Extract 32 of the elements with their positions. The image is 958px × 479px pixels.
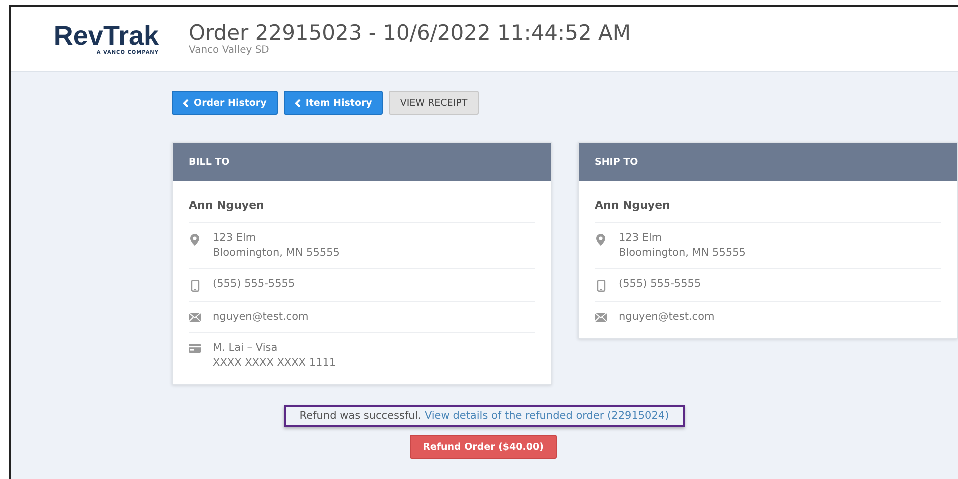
chevron-left-icon (183, 98, 189, 108)
logo-wordmark: RevTrak (54, 22, 159, 50)
back-button[interactable]: Order History (172, 91, 278, 115)
contact-name: Ann Nguyen (595, 189, 941, 223)
credit-card-icon (189, 344, 201, 353)
card-header: SHIP TO (579, 143, 957, 181)
order-title: Order 22915023 - 10/6/2022 11:44:52 AM (189, 22, 631, 45)
back-button[interactable]: Item History (284, 91, 384, 115)
contact-detail: (555) 555-5555 (619, 278, 702, 290)
chevron-left-icon (294, 98, 301, 108)
view-receipt-button[interactable]: VIEW RECEIPT (389, 91, 479, 115)
contact-detail: nguyen@test.com (619, 311, 715, 323)
contact-detail: XXXX XXXX XXXX 1111 (213, 357, 336, 369)
contact-detail: 123 Elm (619, 232, 664, 244)
mobile-phone-icon (596, 280, 606, 292)
refunded-order-link[interactable]: View details of the refunded order (22915024) (424, 410, 670, 422)
contact-detail: Bloomington, MN 55555 (213, 247, 340, 259)
contact-detail: 123 Elm (213, 232, 258, 244)
card-header: BILL TO (173, 143, 551, 181)
contact-detail: Bloomington, MN 55555 (619, 247, 746, 259)
map-pin-icon (596, 234, 606, 246)
contact-detail: (555) 555-5555 (213, 278, 296, 290)
map-pin-icon (190, 234, 200, 246)
organization-name: Vanco Valley SD (189, 45, 270, 56)
notice-text: Refund was successful. (300, 410, 422, 422)
refund-order-button[interactable]: Refund Order ($40.00) (410, 435, 557, 459)
mobile-phone-icon (190, 280, 200, 292)
contact-detail: M. Lai – Visa (213, 342, 279, 354)
envelope-icon (189, 313, 201, 322)
envelope-icon (595, 313, 607, 322)
contact-detail: nguyen@test.com (213, 311, 309, 323)
contact-name: Ann Nguyen (189, 189, 535, 223)
